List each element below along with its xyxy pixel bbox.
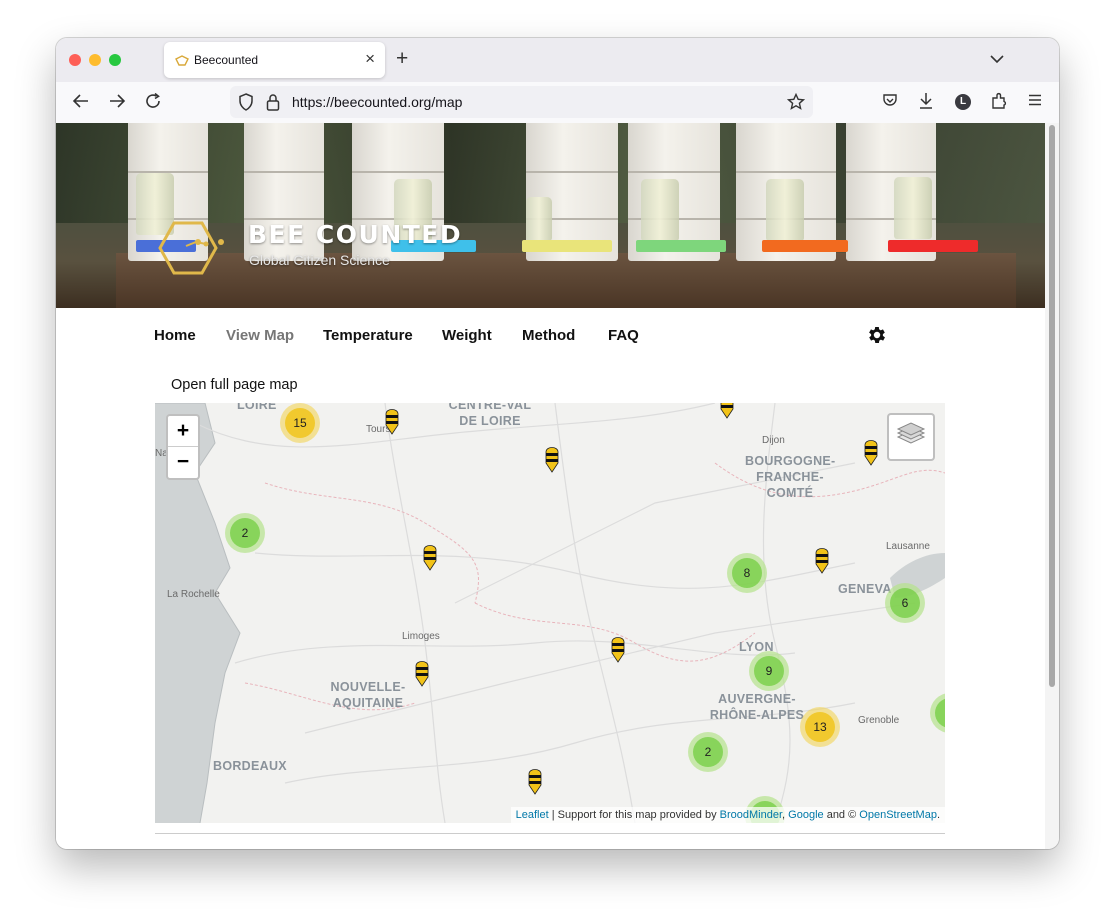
downloads-icon[interactable] — [918, 92, 934, 115]
page-scrollbar[interactable] — [1045, 123, 1059, 849]
map-city-label: Lausanne — [886, 541, 930, 552]
address-bar[interactable]: https://beecounted.org/map — [230, 86, 813, 118]
nav-faq[interactable]: FAQ — [608, 327, 639, 344]
back-arrow-icon[interactable] — [72, 92, 90, 115]
shield-icon[interactable] — [238, 93, 254, 116]
hamburger-menu-icon[interactable] — [1027, 92, 1043, 113]
site-title[interactable]: BEE COUNTED — [248, 220, 462, 249]
lock-icon[interactable] — [266, 93, 280, 116]
nav-home[interactable]: Home — [154, 327, 196, 344]
broodminder-link[interactable]: BroodMinder — [720, 809, 782, 821]
map-attribution: Leaflet | Support for this map provided … — [510, 807, 945, 823]
map-city-label: Grenoble — [858, 715, 900, 726]
zoom-out-button[interactable]: − — [168, 447, 198, 477]
chevron-down-icon[interactable] — [990, 51, 1004, 69]
close-window-button[interactable] — [69, 54, 81, 66]
bee-marker-icon[interactable] — [611, 635, 625, 663]
layers-control[interactable] — [887, 413, 935, 461]
map-region-label: BORDEAUX — [213, 759, 287, 773]
nav-method[interactable]: Method — [522, 327, 575, 344]
map-cluster[interactable]: 8 — [727, 553, 767, 593]
divider — [155, 833, 945, 834]
leaflet-link[interactable]: Leaflet — [516, 809, 549, 821]
map-region-label: NOUVELLE- AQUITAINE — [330, 680, 406, 710]
tab-title: Beecounted — [194, 53, 259, 67]
reload-icon[interactable] — [144, 92, 162, 115]
map-region-label: LOIRE — [237, 403, 277, 412]
leaflet-map[interactable]: LOIRE CENTRE-VAL DE LOIRE BOURGOGNE- FRA… — [155, 403, 945, 823]
scrollbar-thumb[interactable] — [1049, 125, 1055, 687]
google-link[interactable]: Google — [788, 809, 823, 821]
bee-marker-icon[interactable] — [864, 438, 878, 466]
zoom-window-button[interactable] — [109, 54, 121, 66]
map-city-label: Limoges — [402, 631, 440, 642]
map-region-label: GENEVA — [838, 582, 892, 596]
zoom-in-button[interactable]: + — [168, 416, 198, 447]
gear-icon[interactable] — [866, 324, 888, 351]
bee-marker-icon[interactable] — [720, 403, 734, 419]
map-cluster[interactable]: 2 — [688, 732, 728, 772]
pocket-icon[interactable] — [882, 92, 898, 113]
tab-strip: Beecounted × + — [56, 38, 1059, 82]
nav-temperature[interactable]: Temperature — [323, 327, 413, 344]
minimize-window-button[interactable] — [89, 54, 101, 66]
extensions-icon[interactable] — [990, 92, 1008, 115]
bee-marker-icon[interactable] — [528, 767, 542, 795]
map-cluster[interactable]: 6 — [885, 583, 925, 623]
nav-weight[interactable]: Weight — [442, 327, 492, 344]
new-tab-button[interactable]: + — [396, 47, 408, 71]
map-region-label: AUVERGNE- RHÔNE-ALPES — [709, 692, 805, 722]
map-region-label: CENTRE-VAL DE LOIRE — [448, 403, 532, 428]
map-cluster[interactable]: 13 — [800, 707, 840, 747]
bookmark-star-icon[interactable] — [786, 92, 806, 116]
nav-view-map[interactable]: View Map — [226, 327, 294, 344]
bee-favicon-icon — [174, 54, 190, 72]
header-banner-image: BEE COUNTED Global Citizen Science — [56, 123, 1045, 308]
page-content: BEE COUNTED Global Citizen Science Home … — [56, 123, 1045, 849]
bee-marker-icon[interactable] — [545, 445, 559, 473]
bee-marker-icon[interactable] — [385, 407, 399, 435]
site-tagline: Global Citizen Science — [249, 252, 390, 268]
map-cluster[interactable]: 9 — [749, 651, 789, 691]
openstreetmap-link[interactable]: OpenStreetMap — [859, 809, 937, 821]
url-text[interactable]: https://beecounted.org/map — [292, 94, 462, 110]
map-city-label: Dijon — [762, 435, 785, 446]
bee-marker-icon[interactable] — [815, 546, 829, 574]
navigation-toolbar: https://beecounted.org/map L — [56, 82, 1059, 124]
zoom-control: + − — [166, 414, 200, 480]
close-tab-icon[interactable]: × — [365, 49, 375, 69]
account-avatar[interactable]: L — [955, 94, 971, 110]
bee-marker-icon[interactable] — [423, 543, 437, 571]
forward-arrow-icon[interactable] — [108, 92, 126, 115]
map-region-label: BOURGOGNE- FRANCHE- COMTÉ — [745, 454, 836, 500]
tab-beecounted[interactable]: Beecounted × — [164, 42, 385, 78]
map-cluster[interactable]: 2 — [225, 513, 265, 553]
map-city-label: La Rochelle — [167, 589, 220, 600]
bee-marker-icon[interactable] — [415, 659, 429, 687]
bee-counted-logo[interactable] — [158, 220, 226, 281]
layers-icon — [889, 422, 933, 463]
open-full-page-map-link[interactable]: Open full page map — [171, 377, 298, 393]
map-cluster[interactable]: 15 — [280, 403, 320, 443]
browser-window: Beecounted × + https://beecounted.org/ma… — [56, 38, 1059, 849]
